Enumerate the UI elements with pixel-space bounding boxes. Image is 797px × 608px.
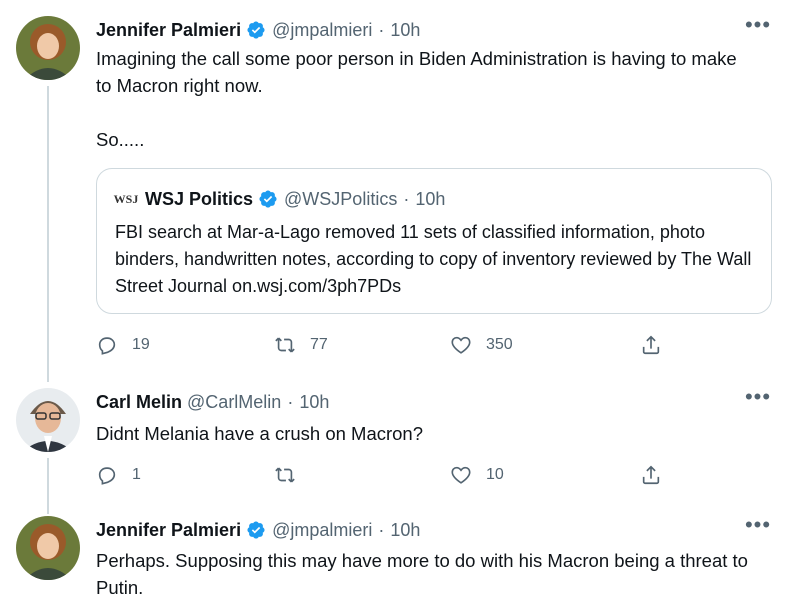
retweet-icon	[275, 337, 295, 353]
more-options-icon[interactable]: •••	[743, 14, 773, 40]
avatar[interactable]	[16, 388, 80, 452]
tweet[interactable]: Jennifer Palmieri @jmpalmieri · 10h ••• …	[0, 0, 797, 370]
tweet-actions: 1 10	[96, 462, 696, 488]
reply-icon	[98, 467, 116, 485]
tweet-text: Imagining the call some poor person in B…	[96, 45, 756, 153]
tweet-text-line: Didnt Melania have a crush on Macron?	[96, 423, 424, 444]
share-button[interactable]	[640, 462, 662, 488]
verified-icon	[258, 189, 278, 209]
author-name[interactable]: Carl Melin	[96, 390, 182, 414]
tweet-text-line: Imagining the call some poor person in B…	[96, 48, 737, 96]
reply-button[interactable]: 1	[96, 462, 141, 488]
quoted-tweet[interactable]: WSJ WSJ Politics @WSJPolitics · 10h FBI …	[96, 168, 772, 314]
timestamp[interactable]: 10h	[390, 18, 420, 42]
share-icon	[642, 335, 660, 355]
tweet-text-line: So.....	[96, 129, 145, 150]
separator-dot: ·	[287, 392, 294, 412]
reply-count: 19	[132, 336, 150, 353]
more-options-icon[interactable]: •••	[743, 386, 773, 412]
author-handle[interactable]: @jmpalmieri	[272, 518, 372, 542]
tweet-actions: 19 77 350	[96, 332, 696, 358]
verified-icon	[246, 20, 266, 40]
separator-dot: ·	[403, 189, 410, 209]
reply-count: 1	[132, 466, 141, 483]
like-count: 10	[486, 466, 504, 483]
reply-button[interactable]: 19	[96, 332, 150, 358]
timestamp[interactable]: 10h	[299, 390, 329, 414]
separator-dot: ·	[378, 20, 385, 40]
author-name[interactable]: Jennifer Palmieri	[96, 518, 241, 542]
quoted-timestamp: 10h	[415, 189, 446, 209]
author-name[interactable]: Jennifer Palmieri	[96, 18, 241, 42]
retweet-icon	[275, 467, 295, 483]
author-handle[interactable]: @CarlMelin	[187, 390, 281, 414]
timestamp[interactable]: 10h	[390, 518, 420, 542]
verified-icon	[246, 520, 266, 540]
tweet-text: Perhaps. Supposing this may have more to…	[96, 547, 756, 601]
like-count: 350	[486, 336, 513, 353]
share-button[interactable]	[640, 332, 662, 358]
avatar[interactable]	[16, 16, 80, 80]
reply-icon	[98, 337, 116, 355]
retweet-button[interactable]: 77	[274, 332, 328, 358]
tweet-text: Didnt Melania have a crush on Macron?	[96, 420, 756, 447]
quoted-tweet-text: FBI search at Mar-a-Lago removed 11 sets…	[115, 222, 752, 296]
wsj-logo-icon: WSJ	[113, 192, 139, 206]
quoted-author-name: WSJ Politics	[145, 189, 254, 209]
quoted-author-handle: @WSJPolitics	[284, 189, 398, 209]
tweet-text-line: Perhaps. Supposing this may have more to…	[96, 550, 748, 598]
separator-dot: ·	[378, 520, 385, 540]
heart-icon	[451, 466, 471, 484]
like-button[interactable]: 10	[450, 462, 504, 488]
retweet-count: 77	[310, 336, 328, 353]
retweet-button[interactable]	[274, 462, 296, 488]
author-handle[interactable]: @jmpalmieri	[272, 18, 372, 42]
tweet[interactable]: Jennifer Palmieri @jmpalmieri · 10h ••• …	[0, 500, 797, 608]
more-options-icon[interactable]: •••	[743, 514, 773, 540]
like-button[interactable]: 350	[450, 332, 513, 358]
tweet[interactable]: Carl Melin @CarlMelin · 10h ••• Didnt Me…	[0, 370, 797, 500]
share-icon	[642, 465, 660, 485]
avatar[interactable]	[16, 516, 80, 580]
heart-icon	[451, 336, 471, 354]
